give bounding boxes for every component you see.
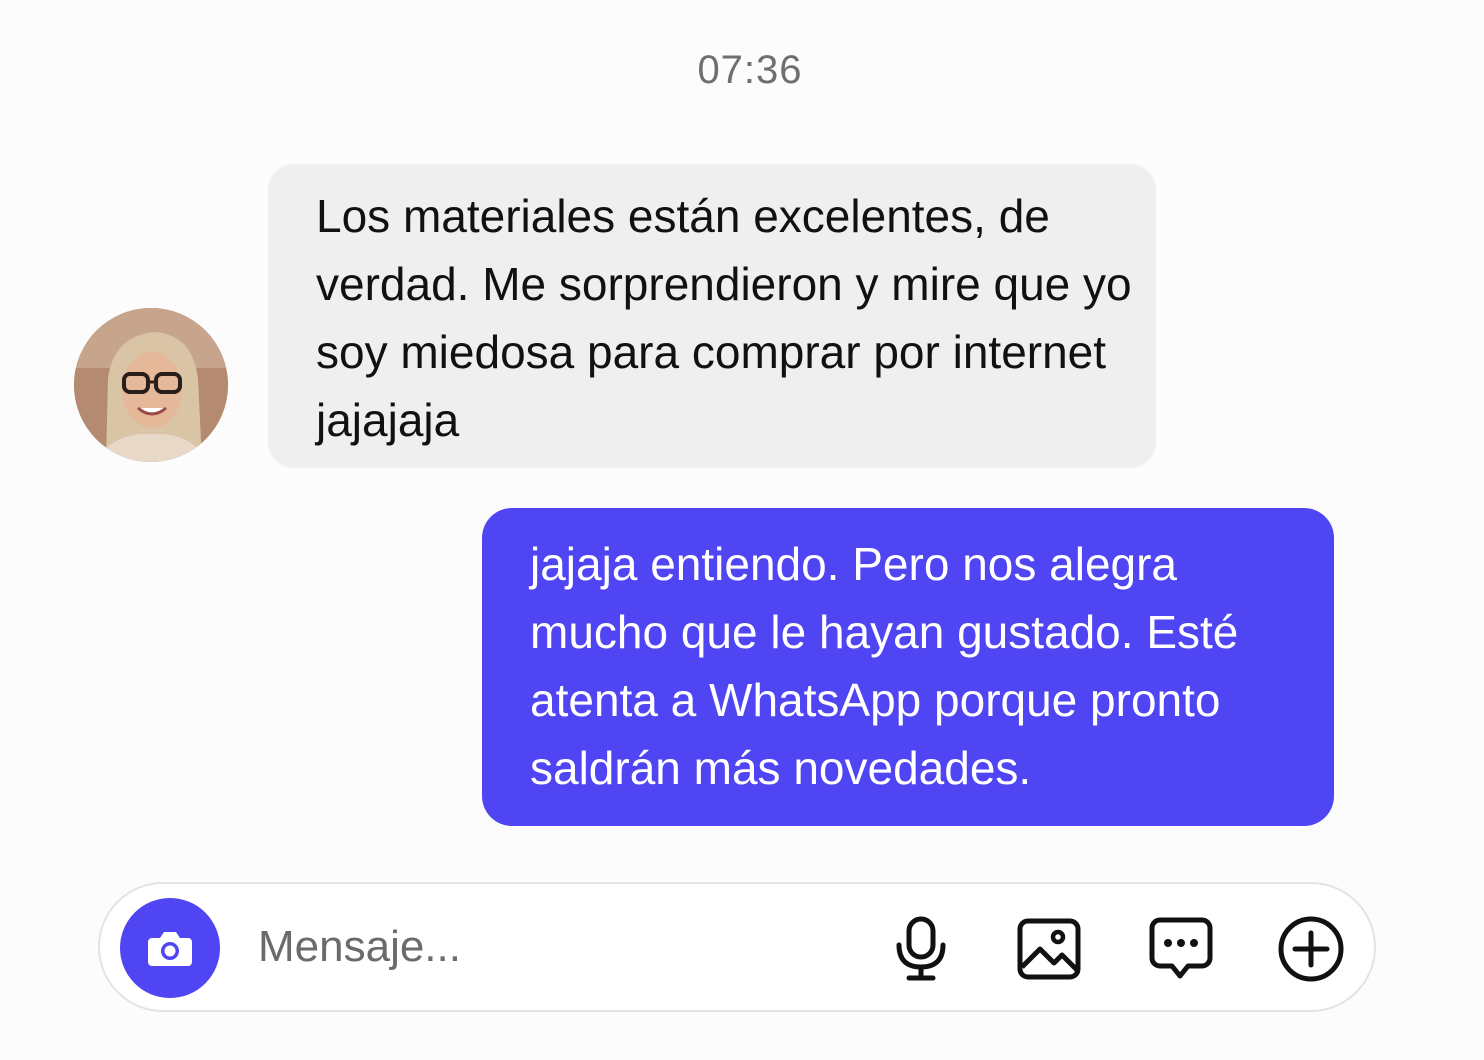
image-icon [1017,918,1081,980]
chat-bubble-icon [1149,917,1213,979]
gallery-button[interactable] [1012,912,1086,986]
chat-screen: 07:36 Los materiales están excelentes, d… [0,0,1484,1060]
outgoing-message-bubble[interactable]: jajaja entiendo. Pero nos alegra mucho q… [482,508,1334,826]
message-input[interactable] [258,914,818,980]
incoming-message-bubble[interactable]: Los materiales están excelentes, de verd… [268,164,1156,468]
sticker-button[interactable] [1144,912,1218,986]
plus-circle-icon [1278,916,1344,982]
camera-button[interactable] [120,898,220,998]
microphone-button[interactable] [884,912,958,986]
avatar[interactable] [74,308,228,462]
avatar-photo [74,308,228,462]
outgoing-message-text: jajaja entiendo. Pero nos alegra mucho q… [530,538,1239,794]
camera-icon [148,932,192,966]
incoming-message-text: Los materiales están excelentes, de verd… [316,190,1132,446]
message-composer [98,882,1376,1012]
microphone-icon [896,916,946,981]
more-button[interactable] [1274,912,1348,986]
message-timestamp: 07:36 [697,48,803,92]
